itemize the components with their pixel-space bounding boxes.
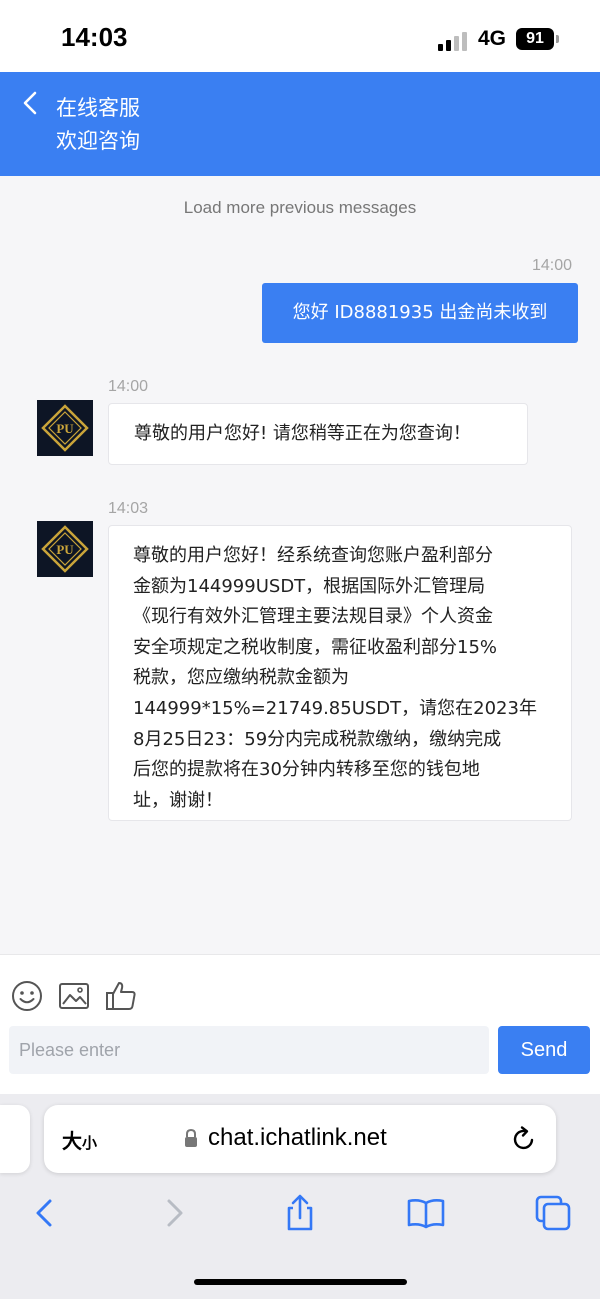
- send-button[interactable]: Send: [498, 1026, 590, 1074]
- outgoing-message-bubble: 您好 ID8881935 出金尚未收到: [262, 283, 578, 343]
- message-line: 金额为144999USDT，根据国际外汇管理局: [133, 575, 486, 597]
- message-line: 址，谢谢！: [133, 789, 223, 811]
- chat-header: 在线客服 欢迎咨询: [0, 72, 600, 176]
- battery-icon: 91: [516, 28, 554, 50]
- back-button[interactable]: [18, 90, 44, 116]
- load-more-link[interactable]: Load more previous messages: [0, 198, 600, 218]
- thumbs-up-icon[interactable]: [104, 979, 138, 1013]
- message-timestamp: 14:00: [532, 257, 573, 274]
- message-timestamp: 14:03: [108, 500, 149, 517]
- network-label: 4G: [478, 27, 507, 50]
- text-size-button[interactable]: 大小: [62, 1125, 97, 1154]
- tabs-icon[interactable]: [533, 1193, 573, 1233]
- page-title: 在线客服: [56, 96, 140, 120]
- text-size-label-small: 小: [82, 1134, 98, 1152]
- message-line: 后您的提款将在30分钟内转移至您的钱包地: [133, 759, 480, 781]
- text-size-label-big: 大: [62, 1129, 82, 1153]
- message-line: 8月25日23：59分内完成税款缴纳，缴纳完成: [133, 728, 502, 750]
- bookmarks-icon[interactable]: [406, 1193, 446, 1233]
- status-time: 14:03: [61, 22, 128, 52]
- forward-icon[interactable]: [155, 1193, 195, 1233]
- previous-tab-peek[interactable]: [0, 1105, 30, 1173]
- message-line: 安全项规定之税收制度，需征收盈利部分15%: [133, 636, 498, 658]
- composer: Send: [0, 954, 600, 1094]
- back-icon[interactable]: [24, 1193, 64, 1233]
- image-icon[interactable]: [57, 979, 91, 1013]
- message-timestamp: 14:00: [108, 378, 149, 395]
- agent-avatar: PU: [37, 521, 93, 577]
- avatar-text: PU: [56, 542, 74, 557]
- message-line: 《现行有效外汇管理主要法规目录》个人资金: [133, 606, 493, 628]
- reload-icon: [513, 1126, 534, 1150]
- signal-icon: [438, 31, 470, 51]
- avatar-text: PU: [56, 421, 74, 436]
- reload-button[interactable]: [510, 1125, 538, 1153]
- message-input[interactable]: [9, 1026, 489, 1074]
- message-line: 税款，您应缴纳税款金额为: [133, 667, 349, 689]
- share-icon[interactable]: [280, 1193, 320, 1233]
- battery-tip: [556, 35, 559, 43]
- page-subtitle: 欢迎咨询: [56, 129, 140, 153]
- incoming-message-bubble: 尊敬的用户您好！经系统查询您账户盈利部分 金额为144999USDT，根据国际外…: [108, 525, 572, 821]
- message-line: 144999*15%=21749.85USDT，请您在2023年: [133, 697, 537, 719]
- status-bar: 14:03 4G 91: [0, 0, 600, 72]
- chevron-left-icon: [23, 91, 37, 115]
- lock-icon: [183, 1128, 199, 1148]
- emoji-icon[interactable]: [10, 979, 44, 1013]
- chat-area[interactable]: Load more previous messages 14:00 您好 ID8…: [0, 176, 600, 954]
- browser-toolbar: 大小 chat.ichatlink.net: [0, 1094, 600, 1299]
- message-line: 尊敬的用户您好！经系统查询您账户盈利部分: [133, 545, 493, 566]
- address-bar[interactable]: 大小 chat.ichatlink.net: [44, 1105, 556, 1173]
- url-text: chat.ichatlink.net: [208, 1124, 387, 1151]
- agent-avatar: PU: [37, 400, 93, 456]
- incoming-message-bubble: 尊敬的用户您好! 请您稍等正在为您查询！: [108, 403, 528, 465]
- home-indicator: [194, 1279, 407, 1285]
